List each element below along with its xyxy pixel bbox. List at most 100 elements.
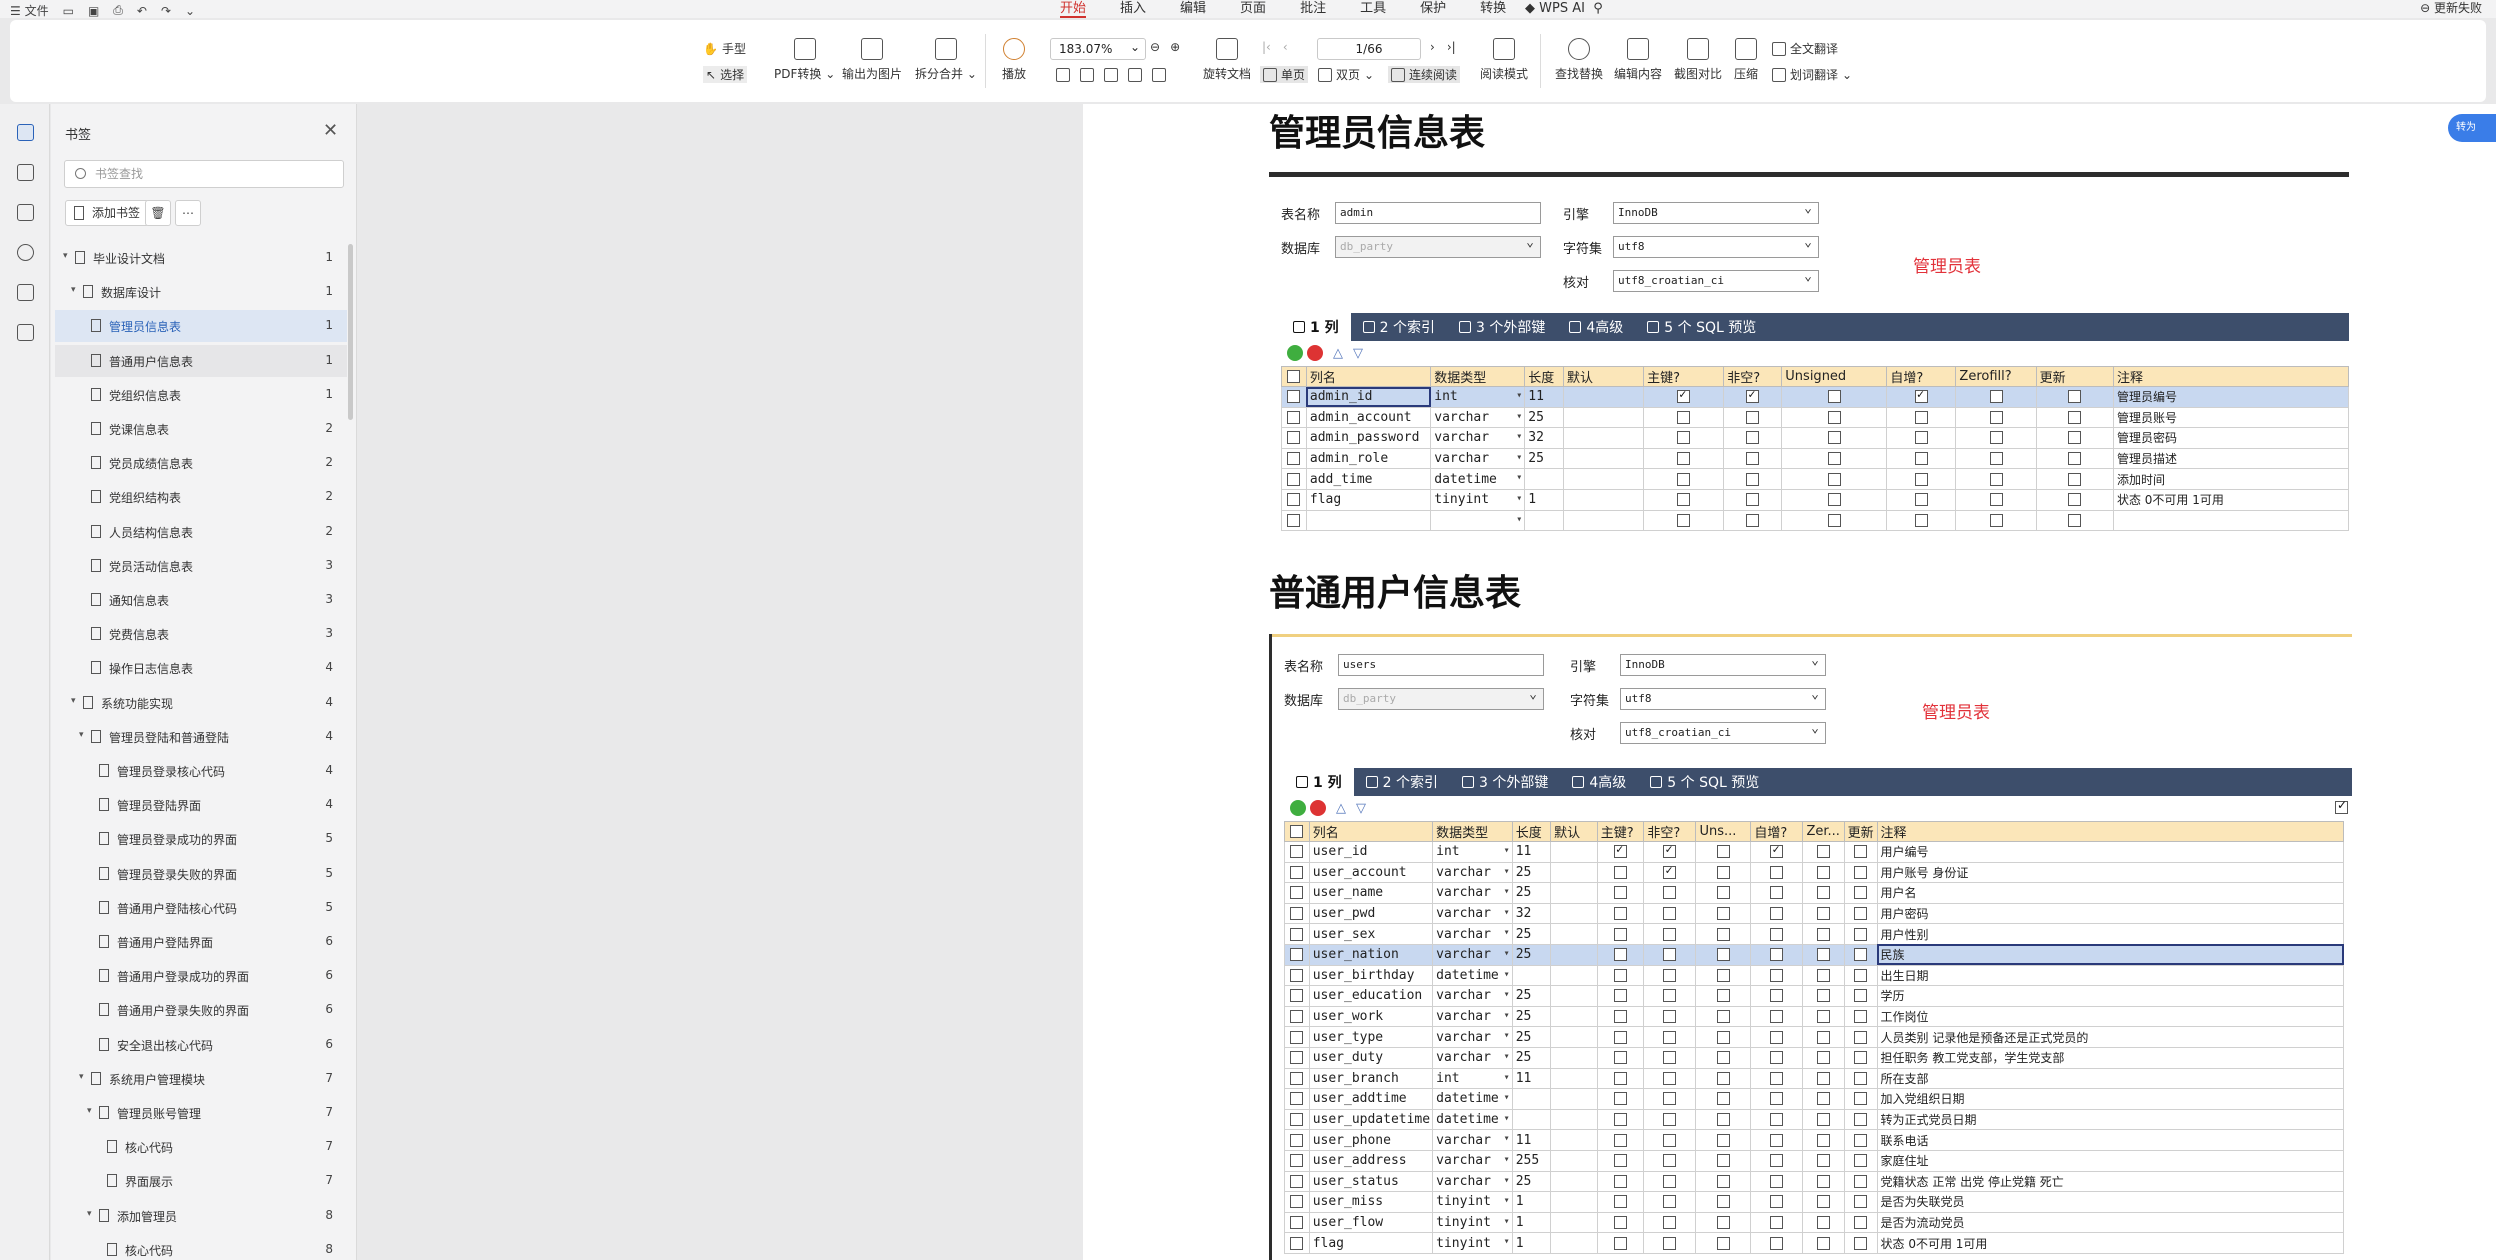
comment-cell[interactable]: 用户名 xyxy=(1876,882,2345,904)
data-type-cell[interactable]: int xyxy=(1432,1067,1513,1090)
comment-cell[interactable]: 用户性别 xyxy=(1876,923,2345,945)
ai-checkbox[interactable] xyxy=(1770,1092,1784,1106)
nn-cell[interactable] xyxy=(1643,1170,1697,1193)
layers-icon[interactable] xyxy=(17,324,34,341)
hand-tool[interactable]: ✋ 手型 xyxy=(703,40,746,57)
zf-checkbox[interactable] xyxy=(1817,1236,1831,1250)
ai-cell[interactable] xyxy=(1886,509,1957,532)
column-header[interactable]: Zer... xyxy=(1802,821,1845,842)
comment-cell[interactable]: 管理员描述 xyxy=(2112,447,2350,470)
upd-checkbox[interactable] xyxy=(1854,1071,1868,1085)
nn-checkbox[interactable] xyxy=(1663,1154,1677,1168)
row-checkbox[interactable] xyxy=(1287,472,1301,486)
edit-content-button[interactable]: 编辑内容 xyxy=(1614,38,1662,82)
uns-cell[interactable] xyxy=(1695,923,1752,945)
table-row[interactable]: user_misstinyint1 是否为失联党员 xyxy=(1284,1191,2345,1213)
ai-cell[interactable] xyxy=(1886,386,1957,408)
data-type-cell[interactable]: varchar xyxy=(1432,1129,1513,1151)
bookmark-item[interactable]: 核心代码 8 xyxy=(55,1234,347,1260)
row-checkbox[interactable] xyxy=(1290,1071,1304,1085)
row-checkbox[interactable] xyxy=(1290,1010,1304,1024)
uns-cell[interactable] xyxy=(1695,1170,1752,1193)
pk-cell[interactable] xyxy=(1596,1108,1645,1131)
column-name-cell[interactable]: user_birthday xyxy=(1308,964,1434,987)
nn-checkbox[interactable] xyxy=(1663,1010,1677,1024)
data-type-cell[interactable]: varchar xyxy=(1432,1170,1513,1193)
uns-cell[interactable] xyxy=(1695,1005,1752,1028)
zf-checkbox[interactable] xyxy=(1817,1215,1831,1229)
uns-cell[interactable] xyxy=(1781,386,1888,408)
uns-checkbox[interactable] xyxy=(1827,493,1841,507)
row-select-cell[interactable] xyxy=(1284,1149,1310,1172)
uns-cell[interactable] xyxy=(1695,1232,1752,1254)
row-select-cell[interactable] xyxy=(1284,1191,1310,1213)
nn-checkbox[interactable] xyxy=(1746,513,1760,527)
convert-float-button[interactable]: 转为 xyxy=(2448,114,2496,142)
zf-cell[interactable] xyxy=(1802,1191,1845,1213)
uns-cell[interactable] xyxy=(1695,861,1752,884)
bookmark-item[interactable]: 党课信息表 2 xyxy=(55,413,347,445)
pk-checkbox[interactable] xyxy=(1614,948,1628,962)
upd-cell[interactable] xyxy=(1843,1005,1878,1028)
zf-checkbox[interactable] xyxy=(1817,1133,1831,1147)
upd-checkbox[interactable] xyxy=(2068,452,2082,466)
uns-checkbox[interactable] xyxy=(1716,907,1730,921)
ai-checkbox[interactable] xyxy=(1770,1051,1784,1065)
data-type-cell[interactable]: varchar xyxy=(1432,882,1513,904)
upd-checkbox[interactable] xyxy=(2068,472,2082,486)
row-select-cell[interactable] xyxy=(1284,1129,1310,1151)
add-column-icon[interactable] xyxy=(1290,800,1306,816)
pk-checkbox[interactable] xyxy=(1614,1113,1628,1127)
data-type-cell[interactable]: tinyint xyxy=(1430,488,1526,511)
more-icon[interactable]: ⋯ xyxy=(175,200,201,226)
zf-checkbox[interactable] xyxy=(1989,452,2003,466)
row-select-cell[interactable] xyxy=(1284,841,1310,863)
nn-cell[interactable] xyxy=(1643,861,1697,884)
uns-checkbox[interactable] xyxy=(1716,1092,1730,1106)
pk-checkbox[interactable] xyxy=(1677,410,1691,424)
length-cell[interactable]: 1 xyxy=(1511,1191,1552,1213)
uns-cell[interactable] xyxy=(1781,406,1888,429)
ribbon-tab[interactable]: 保护 xyxy=(1420,0,1446,18)
length-cell[interactable] xyxy=(1524,509,1564,532)
uns-checkbox[interactable] xyxy=(1716,1113,1730,1127)
upd-cell[interactable] xyxy=(1843,861,1878,884)
zf-checkbox[interactable] xyxy=(1817,907,1831,921)
data-type-cell[interactable]: varchar xyxy=(1430,406,1526,429)
column-name-cell[interactable]: add_time xyxy=(1305,468,1432,490)
table-row[interactable]: user_addtimedatetime 加入党组织日期 xyxy=(1284,1088,2345,1110)
upd-checkbox[interactable] xyxy=(1854,1051,1868,1065)
comment-cell[interactable]: 工作岗位 xyxy=(1876,1005,2345,1028)
ai-checkbox[interactable] xyxy=(1914,493,1928,507)
upd-checkbox[interactable] xyxy=(1854,927,1868,941)
uns-cell[interactable] xyxy=(1781,509,1888,532)
default-cell[interactable] xyxy=(1562,427,1645,449)
pk-cell[interactable] xyxy=(1596,1067,1645,1090)
ai-cell[interactable] xyxy=(1750,1149,1804,1172)
nn-checkbox[interactable] xyxy=(1663,1051,1677,1065)
default-cell[interactable] xyxy=(1550,902,1598,925)
full-translate-button[interactable]: 全文翻译 xyxy=(1772,40,1838,57)
column-name-cell[interactable]: admin_account xyxy=(1305,406,1432,429)
pk-checkbox[interactable] xyxy=(1614,907,1628,921)
row-checkbox[interactable] xyxy=(1290,1215,1304,1229)
zf-checkbox[interactable] xyxy=(1989,472,2003,486)
data-type-cell[interactable]: datetime xyxy=(1432,1088,1513,1110)
bookmark-item[interactable]: 管理员登录失败的界面 5 xyxy=(55,858,347,890)
data-type-cell[interactable]: datetime xyxy=(1432,964,1513,987)
data-type-cell[interactable]: varchar xyxy=(1432,923,1513,945)
pk-checkbox[interactable] xyxy=(1614,1010,1628,1024)
row-select-cell[interactable] xyxy=(1284,882,1310,904)
engine-select[interactable]: InnoDB xyxy=(1613,199,1819,224)
upd-checkbox[interactable] xyxy=(1854,1113,1868,1127)
zf-cell[interactable] xyxy=(1802,861,1845,884)
row-checkbox[interactable] xyxy=(1287,493,1301,507)
pk-cell[interactable] xyxy=(1596,1170,1645,1193)
upd-cell[interactable] xyxy=(2035,406,2114,429)
row-checkbox[interactable] xyxy=(1290,989,1304,1003)
data-type-cell[interactable]: varchar xyxy=(1430,427,1526,449)
column-name-cell[interactable]: user_branch xyxy=(1308,1067,1434,1090)
bookmark-item[interactable]: 操作日志信息表 4 xyxy=(55,652,347,684)
column-tab[interactable]: 5 个 SQL 预览 xyxy=(1638,768,1771,796)
bookmark-item[interactable]: 管理员登录核心代码 4 xyxy=(55,755,347,787)
